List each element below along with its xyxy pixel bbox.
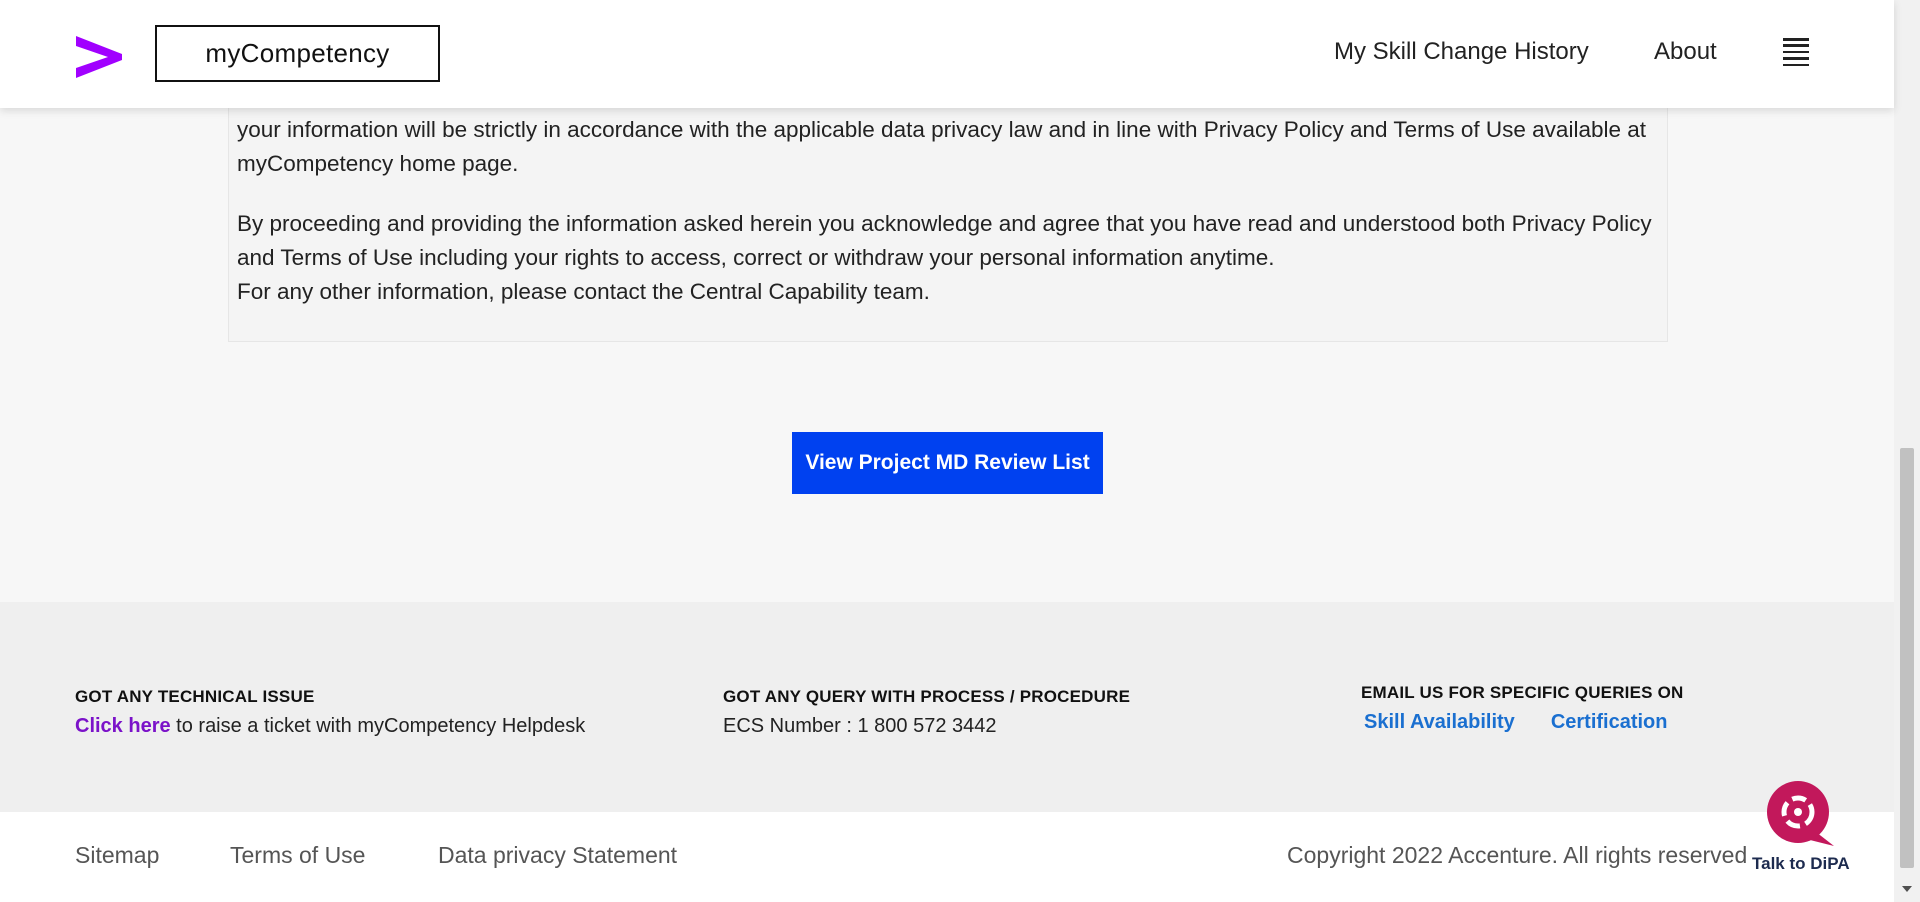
chat-bubble-icon bbox=[1767, 781, 1834, 846]
terms-of-use-link[interactable]: Terms of Use bbox=[230, 842, 365, 869]
privacy-paragraph-2-line-1: By proceeding and providing the informat… bbox=[237, 211, 1652, 270]
dipa-chat-widget[interactable]: Talk to DiPA bbox=[1752, 780, 1862, 880]
data-privacy-link[interactable]: Data privacy Statement bbox=[438, 842, 677, 869]
privacy-paragraph-2: By proceeding and providing the informat… bbox=[237, 207, 1652, 309]
process-query-section: GOT ANY QUERY WITH PROCESS / PROCEDURE E… bbox=[723, 687, 1130, 738]
privacy-paragraph-2-line-2: For any other information, please contac… bbox=[237, 279, 930, 304]
email-links: Skill Availability Certification bbox=[1361, 711, 1684, 734]
top-header: myCompetency My Skill Change History Abo… bbox=[0, 0, 1894, 108]
privacy-paragraph-1: your information will be strictly in acc… bbox=[237, 117, 1646, 176]
footer-bottom: Sitemap Terms of Use Data privacy Statem… bbox=[0, 812, 1894, 902]
process-query-title: GOT ANY QUERY WITH PROCESS / PROCEDURE bbox=[723, 687, 1131, 706]
menu-icon[interactable] bbox=[1783, 38, 1809, 66]
app-title[interactable]: myCompetency bbox=[155, 25, 440, 82]
view-project-md-review-list-button[interactable]: View Project MD Review List bbox=[792, 432, 1103, 494]
technical-issue-text: Click here to raise a ticket with myComp… bbox=[75, 715, 585, 738]
accenture-logo-icon[interactable] bbox=[74, 32, 124, 80]
nav-about[interactable]: About bbox=[1654, 38, 1717, 66]
ecs-number: ECS Number : 1 800 572 3442 bbox=[723, 715, 997, 737]
vertical-scrollbar[interactable] bbox=[1894, 0, 1920, 902]
helpdesk-link[interactable]: Click here bbox=[75, 715, 171, 737]
nav-skill-change-history[interactable]: My Skill Change History bbox=[1334, 38, 1589, 66]
chat-label: Talk to DiPA bbox=[1752, 854, 1850, 873]
technical-issue-title: GOT ANY TECHNICAL ISSUE bbox=[75, 687, 315, 706]
technical-issue-section: GOT ANY TECHNICAL ISSUE Click here to ra… bbox=[75, 687, 585, 738]
footer-info: GOT ANY TECHNICAL ISSUE Click here to ra… bbox=[0, 602, 1894, 812]
sitemap-link[interactable]: Sitemap bbox=[75, 842, 159, 869]
email-queries-title: EMAIL US FOR SPECIFIC QUERIES ON bbox=[1361, 683, 1684, 702]
skill-availability-link[interactable]: Skill Availability bbox=[1364, 711, 1515, 734]
email-queries-section: EMAIL US FOR SPECIFIC QUERIES ON Skill A… bbox=[1361, 683, 1684, 734]
copyright-text: Copyright 2022 Accenture. All rights res… bbox=[1287, 842, 1748, 868]
helpdesk-text: to raise a ticket with myCompetency Help… bbox=[170, 715, 586, 737]
scrollbar-thumb[interactable] bbox=[1900, 448, 1914, 868]
scroll-down-arrow-icon[interactable] bbox=[1902, 886, 1912, 892]
certification-link[interactable]: Certification bbox=[1551, 711, 1668, 734]
